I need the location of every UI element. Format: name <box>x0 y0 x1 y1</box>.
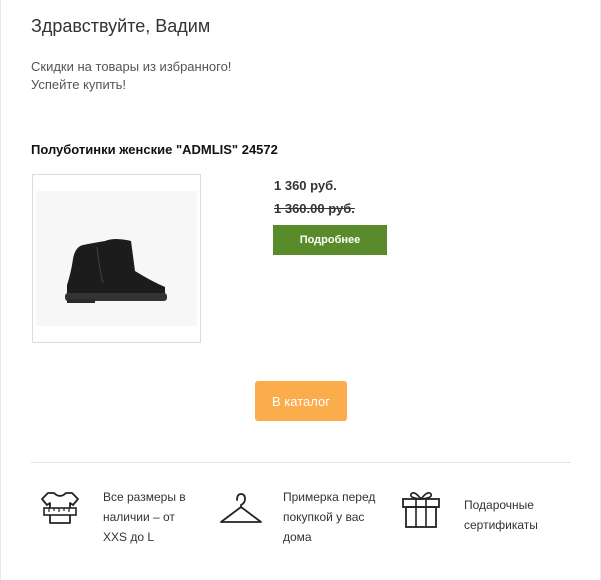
details-button[interactable]: Подробнее <box>273 225 387 255</box>
feature-sizes-text: Все размеры в наличии – от XXS до L <box>103 490 186 544</box>
product-price: 1 360 руб. <box>274 178 337 193</box>
product-old-price: 1 360.00 руб. <box>274 201 355 216</box>
ankle-boot-image <box>65 239 167 303</box>
greeting-heading: Здравствуйте, Вадим <box>31 16 211 36</box>
section-divider <box>31 462 571 463</box>
promo-line-2: Успейте купить! <box>31 77 127 92</box>
catalog-button[interactable]: В каталог <box>255 381 347 421</box>
promo-line-1: Скидки на товары из избранного! <box>31 59 232 74</box>
frame-border-left <box>0 0 1 580</box>
promo-text: Скидки на товары из избранного! Успейте … <box>31 58 231 94</box>
feature-gift-text: Подарочные сертификаты <box>464 498 538 532</box>
hanger-icon <box>220 493 262 523</box>
sizes-icon <box>41 492 79 524</box>
product-image[interactable] <box>32 174 201 343</box>
product-title[interactable]: Полуботинки женские "ADMLIS" 24572 <box>31 142 278 157</box>
feature-fitting-text: Примерка перед покупкой у вас дома <box>283 490 376 544</box>
gift-icon <box>402 492 440 528</box>
